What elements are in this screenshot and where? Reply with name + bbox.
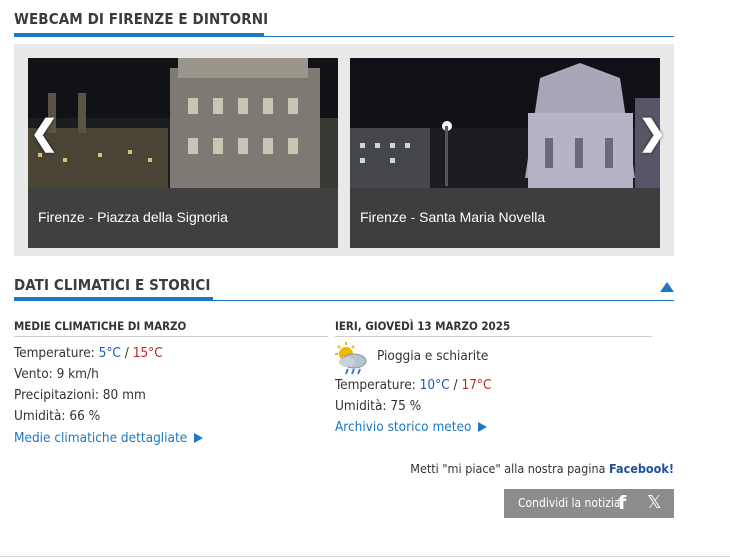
webcam-card-santa-maria-novella[interactable]: Firenze - Santa Maria Novella <box>350 58 660 248</box>
facebook-share-icon[interactable]: f <box>618 492 626 514</box>
temp-max: 15°C <box>132 345 163 361</box>
weather-archive-link[interactable]: Archivio storico meteo <box>335 419 488 435</box>
webcam-title-accent <box>14 33 264 37</box>
facebook-like-line: Metti "mi piace" alla nostra pagina Face… <box>410 461 674 476</box>
climate-title-accent <box>14 297 213 301</box>
yesterday-rule <box>335 336 652 337</box>
temp-sep: / <box>120 345 133 361</box>
yesterday-condition: Pioggia e schiarite <box>377 348 489 364</box>
temp-min: 10°C <box>419 377 450 393</box>
weather-archive-link-text[interactable]: Archivio storico meteo <box>335 419 471 435</box>
detailed-averages-link[interactable]: Medie climatiche dettagliate <box>14 430 204 446</box>
temp-sep: / <box>449 377 462 393</box>
webcam-caption: Firenze - Santa Maria Novella <box>350 188 660 248</box>
webcam-caption: Firenze - Piazza della Signoria <box>28 188 338 248</box>
averages-precipitation: Precipitazioni: 80 mm <box>14 387 146 403</box>
averages-humidity: Umidità: 66 % <box>14 408 101 424</box>
carousel-next-arrow[interactable]: ❯ <box>638 116 667 150</box>
arrow-right-icon <box>194 433 204 443</box>
webcam-section-title: WEBCAM DI FIRENZE E DINTORNI <box>14 10 269 28</box>
averages-rule <box>14 336 328 337</box>
footer-divider <box>0 556 730 557</box>
facebook-like-text: Metti "mi piace" alla nostra pagina <box>410 461 610 476</box>
facebook-page-link[interactable]: Facebook! <box>609 461 674 476</box>
rain-sun-weather-icon <box>335 342 367 375</box>
temp-min: 5°C <box>98 345 121 361</box>
yesterday-humidity: Umidità: 75 % <box>335 398 422 414</box>
yesterday-heading: IERI, GIOVEDÌ 13 MARZO 2025 <box>335 319 511 333</box>
temp-max: 17°C <box>461 377 492 393</box>
detailed-averages-link-text[interactable]: Medie climatiche dettagliate <box>14 430 187 446</box>
share-label: Condividi la notizia <box>518 496 621 510</box>
x-share-icon[interactable]: 𝕏 <box>647 492 662 513</box>
webcam-card-signoria[interactable]: Firenze - Piazza della Signoria <box>28 58 338 248</box>
temp-label: Temperature: <box>335 377 420 393</box>
arrow-right-icon <box>478 422 488 432</box>
share-bar: Condividi la notizia f 𝕏 <box>504 489 674 518</box>
webcam-carousel: Firenze - Piazza della Signoria Firenze … <box>14 44 674 256</box>
averages-temperature: Temperature: 5°C / 15°C <box>14 345 163 361</box>
webcam-caption-text: Firenze - Santa Maria Novella <box>360 209 546 225</box>
carousel-prev-arrow[interactable]: ❮ <box>30 116 59 150</box>
averages-heading: MEDIE CLIMATICHE DI MARZO <box>14 319 187 333</box>
yesterday-temperature: Temperature: 10°C / 17°C <box>335 377 491 393</box>
temp-label: Temperature: <box>14 345 99 361</box>
averages-wind: Vento: 9 km/h <box>14 366 99 382</box>
climate-section-title: DATI CLIMATICI E STORICI <box>14 276 211 294</box>
webcam-caption-text: Firenze - Piazza della Signoria <box>38 209 228 225</box>
collapse-toggle-icon[interactable] <box>660 282 674 292</box>
